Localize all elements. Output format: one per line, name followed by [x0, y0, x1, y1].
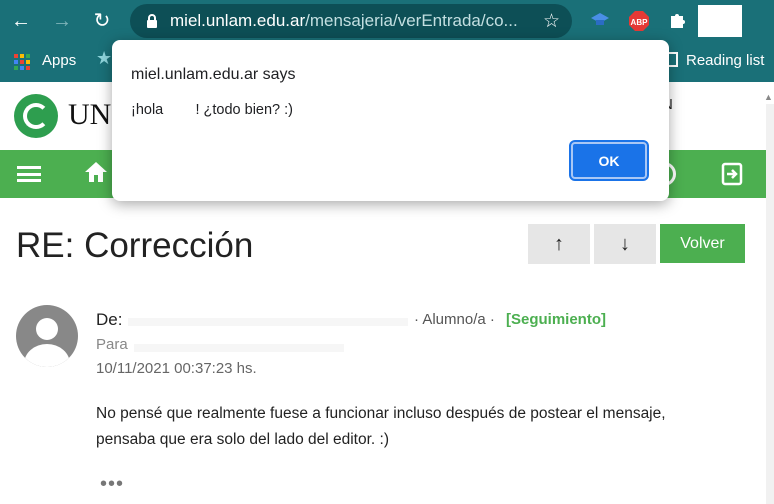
- graduation-cap-icon[interactable]: [590, 10, 610, 30]
- back-arrow-icon[interactable]: ←: [8, 8, 34, 34]
- brand-name: UN: [68, 98, 112, 131]
- logout-icon[interactable]: [720, 162, 744, 186]
- apps-bookmark[interactable]: Apps: [42, 52, 76, 69]
- page-scrollbar[interactable]: [766, 104, 774, 504]
- dialog-message: ¡hola ! ¿todo bien? :): [131, 102, 293, 118]
- apps-grid-icon[interactable]: [14, 54, 30, 70]
- more-options-icon[interactable]: •••: [100, 473, 124, 496]
- redacted-recipient: [134, 344, 344, 352]
- redacted-sender: [128, 318, 408, 326]
- adblock-plus-icon[interactable]: ABP: [628, 10, 650, 32]
- puzzle-icon[interactable]: [667, 10, 687, 30]
- previous-message-button[interactable]: ↑: [528, 224, 590, 264]
- bookmark-star-icon[interactable]: ☆: [543, 10, 560, 33]
- sender-role: · Alumno/a ·: [414, 311, 495, 328]
- browser-toolbar: ← → ↻ miel.unlam.edu.ar/mensajeria/verEn…: [0, 0, 774, 42]
- reading-list-button[interactable]: Reading list: [666, 52, 764, 69]
- address-bar[interactable]: miel.unlam.edu.ar/mensajeria/verEntrada/…: [130, 4, 572, 38]
- lock-icon: [147, 14, 157, 28]
- reading-list-label: Reading list: [686, 52, 765, 69]
- message-body: No pensé que realmente fuese a funcionar…: [96, 405, 666, 448]
- menu-icon[interactable]: [17, 166, 41, 182]
- tracking-link[interactable]: [Seguimiento]: [506, 311, 606, 328]
- page-title: RE: Corrección: [16, 226, 254, 265]
- reload-icon[interactable]: ↻: [89, 8, 115, 34]
- next-message-button[interactable]: ↓: [594, 224, 656, 264]
- ok-button[interactable]: OK: [571, 142, 647, 179]
- volver-button[interactable]: Volver: [660, 224, 745, 263]
- dialog-title: miel.unlam.edu.ar says: [131, 66, 296, 83]
- svg-text:ABP: ABP: [631, 18, 649, 27]
- url-text: miel.unlam.edu.ar/mensajeria/verEntrada/…: [170, 4, 530, 38]
- url-host: miel.unlam.edu.ar: [170, 11, 306, 30]
- bookmark-star-icon[interactable]: ★: [96, 48, 112, 69]
- home-icon[interactable]: [84, 160, 108, 184]
- url-path: /mensajeria/verEntrada/co...: [305, 11, 518, 30]
- forward-arrow-icon[interactable]: →: [49, 8, 75, 34]
- alert-dialog: miel.unlam.edu.ar says ¡hola ! ¿todo bie…: [112, 40, 669, 201]
- from-label: De:: [96, 310, 123, 329]
- scroll-up-icon[interactable]: ▲: [764, 92, 773, 102]
- avatar: [16, 305, 78, 367]
- university-logo-icon[interactable]: [14, 94, 58, 138]
- message-date: 10/11/2021 00:37:23 hs.: [96, 360, 257, 377]
- profile-button[interactable]: [698, 5, 742, 37]
- to-label: Para: [96, 336, 128, 353]
